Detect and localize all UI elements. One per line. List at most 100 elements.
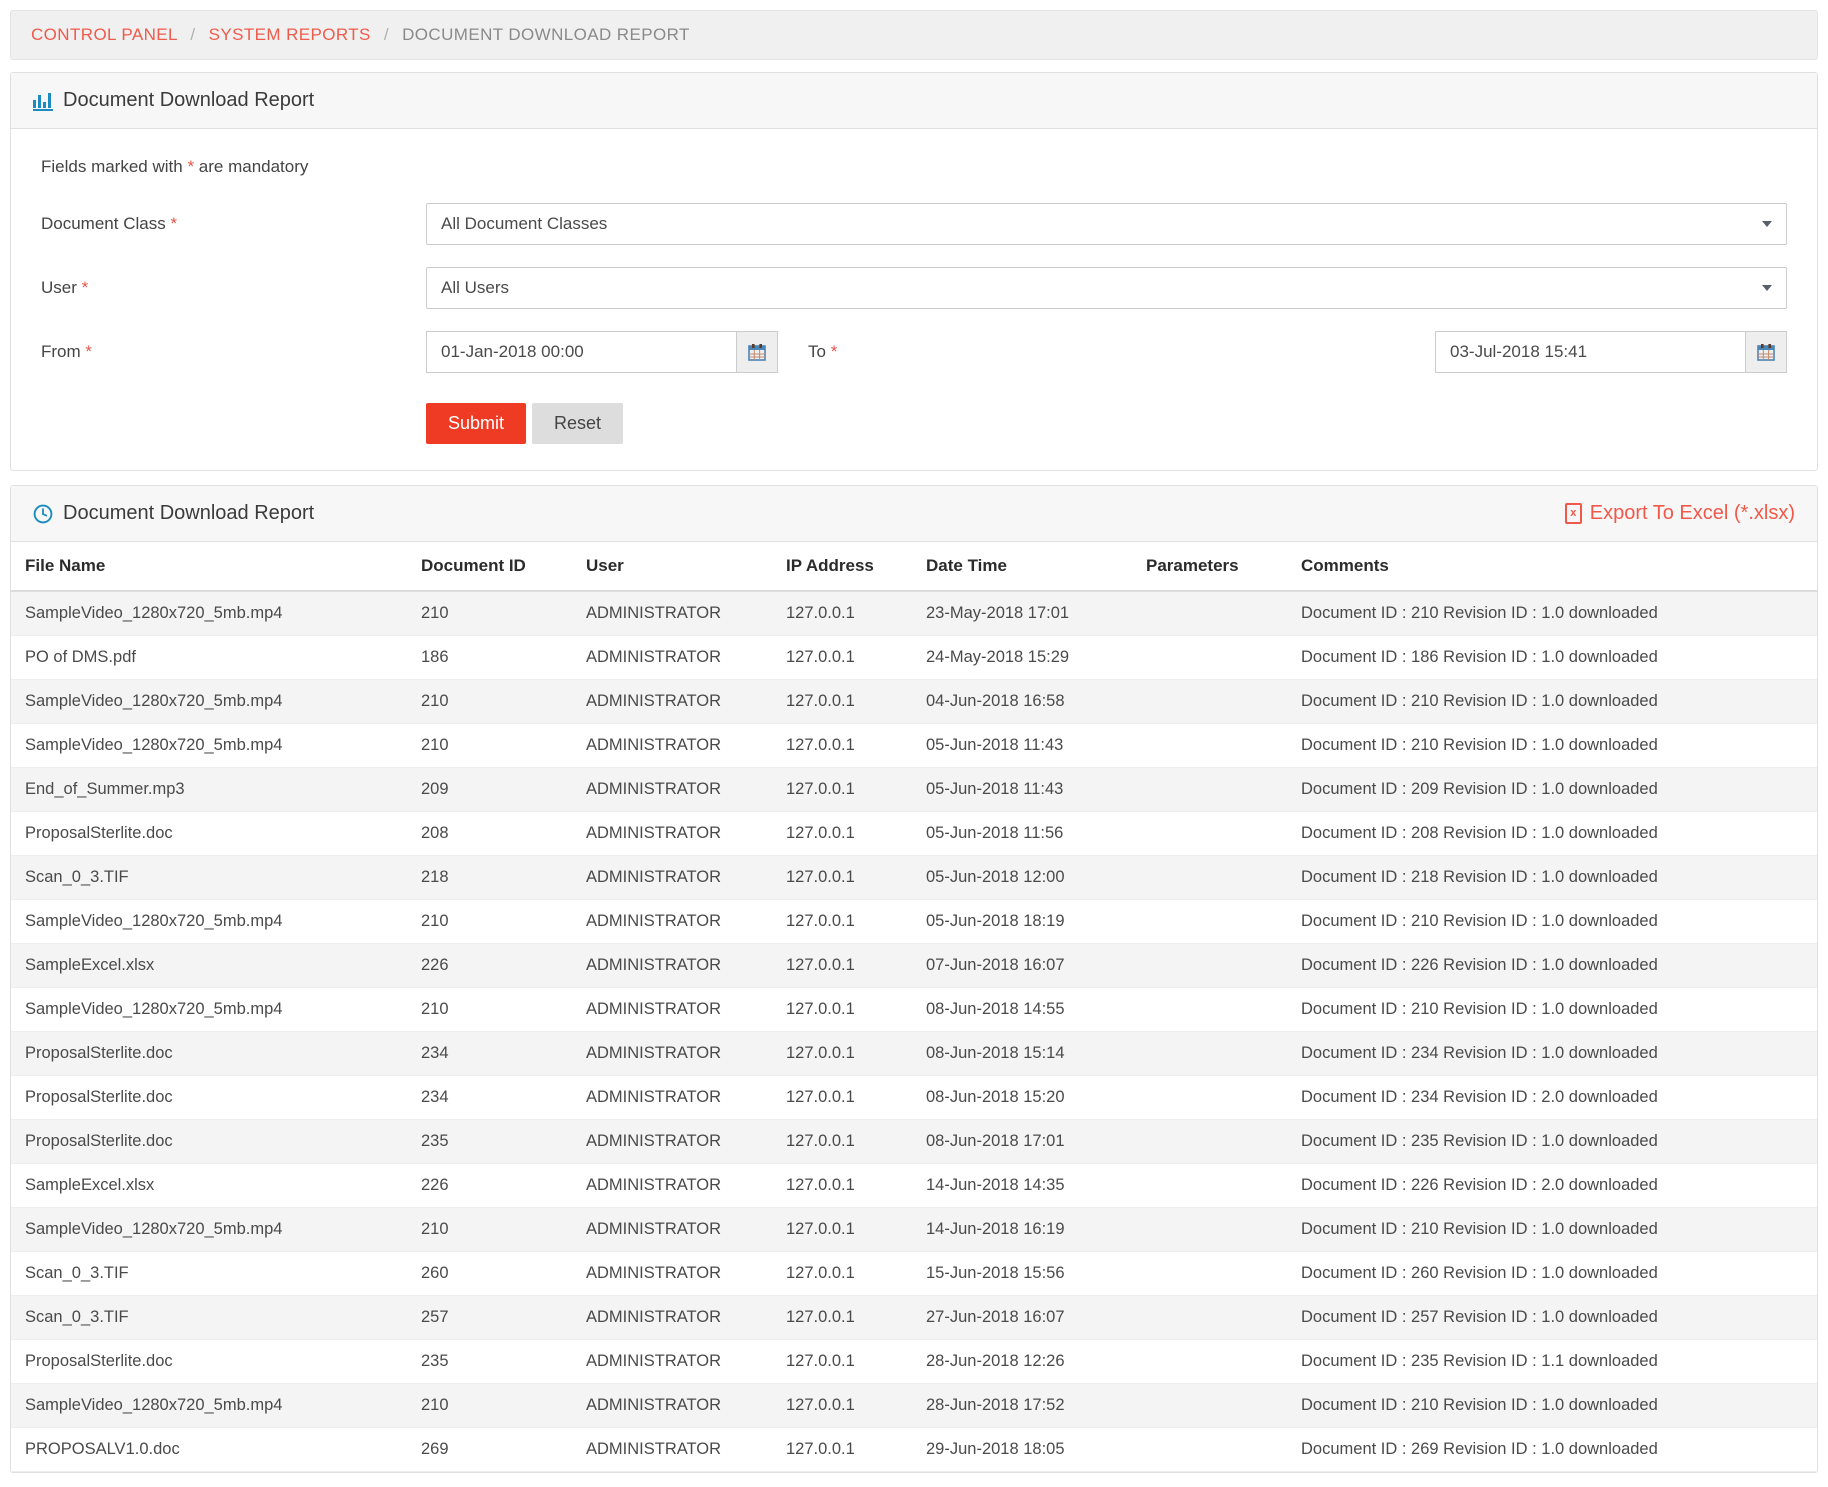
cell-ip-address: 127.0.0.1 [776,1119,916,1164]
cell-parameters [1136,767,1291,812]
table-row[interactable]: SampleExcel.xlsx 226 ADMINISTRATOR 127.0.0.… [11,1163,1817,1208]
table-row[interactable]: SampleVideo_1280x720_5mb.mp4 210 ADMINISTR… [11,1207,1817,1252]
label-from-text: From [41,342,81,361]
cell-ip-address: 127.0.0.1 [776,635,916,680]
table-row[interactable]: ProposalSterlite.doc 234 ADMINISTRATOR 127.… [11,1075,1817,1120]
cell-file-name: SampleExcel.xlsx [11,943,411,988]
cell-parameters [1136,811,1291,856]
breadcrumb-item-control-panel[interactable]: CONTROL PANEL [31,25,177,44]
cell-parameters [1136,1163,1291,1208]
export-to-excel-button[interactable]: x Export To Excel (*.xlsx) [1564,502,1795,525]
column-header-ip-address[interactable]: IP Address [776,542,916,592]
column-header-user[interactable]: User [576,542,776,592]
cell-ip-address: 127.0.0.1 [776,1427,916,1472]
column-header-date-time[interactable]: Date Time [916,542,1136,592]
cell-file-name: Scan_0_3.TIF [11,1251,411,1296]
column-header-document-id[interactable]: Document ID [411,542,576,592]
table-row[interactable]: End_of_Summer.mp3 209 ADMINISTRATOR 127.0.0… [11,767,1817,812]
cell-user: ADMINISTRATOR [576,1295,776,1340]
table-row[interactable]: SampleVideo_1280x720_5mb.mp4 210 ADMINISTR… [11,1383,1817,1428]
to-date-input[interactable]: 03-Jul-2018 15:41 [1435,331,1745,373]
column-header-parameters[interactable]: Parameters [1136,542,1291,592]
from-calendar-icon-button[interactable] [736,331,778,373]
table-row[interactable]: PROPOSALV1.0.doc 269 ADMINISTRATOR 127.0.0.… [11,1427,1817,1472]
cell-ip-address: 127.0.0.1 [776,811,916,856]
table-row[interactable]: Scan_0_3.TIF 218 ADMINISTRATOR 127.0.0.1 05-… [11,855,1817,900]
cell-document-id: 210 [411,1207,576,1252]
cell-user: ADMINISTRATOR [576,1427,776,1472]
table-row[interactable]: ProposalSterlite.doc 235 ADMINISTRATOR 127.… [11,1119,1817,1164]
cell-document-id: 235 [411,1119,576,1164]
cell-document-id: 269 [411,1427,576,1472]
form-actions: Submit Reset [41,403,1787,444]
cell-document-id: 209 [411,767,576,812]
from-date-input[interactable]: 01-Jan-2018 00:00 [426,331,736,373]
table-row[interactable]: SampleVideo_1280x720_5mb.mp4 210 ADMINISTR… [11,679,1817,724]
required-marker: * [170,214,178,233]
breadcrumb-separator: / [190,25,196,44]
cell-parameters [1136,723,1291,768]
cell-file-name: ProposalSterlite.doc [11,811,411,856]
user-select[interactable]: All Users [426,267,1787,309]
cell-ip-address: 127.0.0.1 [776,767,916,812]
cell-document-id: 208 [411,811,576,856]
cell-document-id: 234 [411,1031,576,1076]
table-row[interactable]: SampleVideo_1280x720_5mb.mp4 210 ADMINISTR… [11,723,1817,768]
filter-panel: Document Download Report Fields marked w… [10,72,1818,471]
cell-user: ADMINISTRATOR [576,1163,776,1208]
cell-comments: Document ID : 210 Revision ID : 1.0 down… [1291,1207,1817,1252]
table-row[interactable]: PO of DMS.pdf 186 ADMINISTRATOR 127.0.0.1 24… [11,635,1817,680]
cell-document-id: 218 [411,855,576,900]
cell-date-time: 08-Jun-2018 15:14 [916,1031,1136,1076]
cell-comments: Document ID : 234 Revision ID : 1.0 down… [1291,1031,1817,1076]
report-panel: Document Download Report x Export To Exc… [10,485,1818,1473]
mandatory-note-prefix: Fields marked with [41,157,188,176]
table-row[interactable]: ProposalSterlite.doc 235 ADMINISTRATOR 127.… [11,1339,1817,1384]
cell-date-time: 08-Jun-2018 15:20 [916,1075,1136,1120]
document-class-selected-value: All Document Classes [441,214,608,233]
cell-document-id: 226 [411,1163,576,1208]
cell-comments: Document ID : 210 Revision ID : 1.0 down… [1291,1383,1817,1428]
cell-date-time: 28-Jun-2018 12:26 [916,1339,1136,1384]
cell-comments: Document ID : 269 Revision ID : 1.0 down… [1291,1427,1817,1472]
breadcrumb-separator: / [383,25,389,44]
cell-user: ADMINISTRATOR [576,1251,776,1296]
to-calendar-icon-button[interactable] [1745,331,1787,373]
cell-comments: Document ID : 218 Revision ID : 1.0 down… [1291,855,1817,900]
cell-ip-address: 127.0.0.1 [776,723,916,768]
cell-user: ADMINISTRATOR [576,1119,776,1164]
calendar-icon [1757,344,1775,361]
column-header-file-name[interactable]: File Name [11,542,411,592]
reset-button[interactable]: Reset [532,403,624,444]
cell-ip-address: 127.0.0.1 [776,943,916,988]
table-row[interactable]: ProposalSterlite.doc 234 ADMINISTRATOR 127.… [11,1031,1817,1076]
required-marker: * [830,342,838,361]
table-row[interactable]: SampleExcel.xlsx 226 ADMINISTRATOR 127.0.0.… [11,943,1817,988]
table-row[interactable]: Scan_0_3.TIF 260 ADMINISTRATOR 127.0.0.1 15-… [11,1251,1817,1296]
table-row[interactable]: SampleVideo_1280x720_5mb.mp4 210 ADMINISTR… [11,899,1817,944]
cell-comments: Document ID : 235 Revision ID : 1.1 down… [1291,1339,1817,1384]
cell-parameters [1136,987,1291,1032]
table-row[interactable]: ProposalSterlite.doc 208 ADMINISTRATOR 127.… [11,811,1817,856]
column-header-comments[interactable]: Comments [1291,542,1817,592]
cell-document-id: 210 [411,723,576,768]
cell-file-name: SampleVideo_1280x720_5mb.mp4 [11,679,411,724]
table-row[interactable]: Scan_0_3.TIF 257 ADMINISTRATOR 127.0.0.1 27-… [11,1295,1817,1340]
cell-parameters [1136,1207,1291,1252]
cell-date-time: 23-May-2018 17:01 [916,591,1136,636]
cell-ip-address: 127.0.0.1 [776,855,916,900]
cell-parameters [1136,1383,1291,1428]
document-class-select[interactable]: All Document Classes [426,203,1787,245]
cell-comments: Document ID : 234 Revision ID : 2.0 down… [1291,1075,1817,1120]
table-row[interactable]: SampleVideo_1280x720_5mb.mp4 210 ADMINISTR… [11,987,1817,1032]
cell-file-name: Scan_0_3.TIF [11,855,411,900]
cell-parameters [1136,1075,1291,1120]
breadcrumb-item-system-reports[interactable]: SYSTEM REPORTS [209,25,371,44]
table-body: SampleVideo_1280x720_5mb.mp4 210 ADMINISTR… [11,591,1817,1472]
cell-ip-address: 127.0.0.1 [776,1383,916,1428]
cell-comments: Document ID : 235 Revision ID : 1.0 down… [1291,1119,1817,1164]
cell-user: ADMINISTRATOR [576,1031,776,1076]
table-row[interactable]: SampleVideo_1280x720_5mb.mp4 210 ADMINISTR… [11,591,1817,636]
cell-file-name: ProposalSterlite.doc [11,1075,411,1120]
submit-button[interactable]: Submit [426,403,527,444]
